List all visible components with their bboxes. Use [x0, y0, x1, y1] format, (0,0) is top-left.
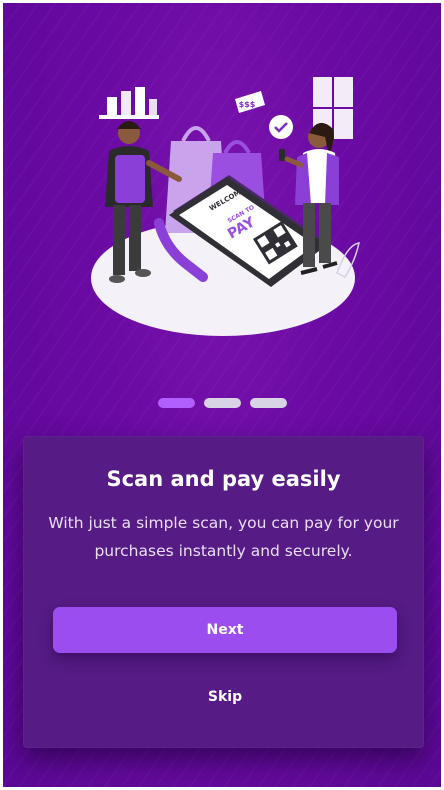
onboarding-card: Scan and pay easily With just a simple s…: [23, 436, 424, 748]
pagination-dot-1[interactable]: [157, 398, 195, 408]
pagination-dot-2[interactable]: [203, 398, 241, 408]
phone-icon: [279, 149, 285, 161]
pagination-dot-3[interactable]: [249, 398, 287, 408]
skip-button[interactable]: Skip: [173, 682, 277, 712]
onboarding-title: Scan and pay easily: [106, 467, 341, 491]
pagination-dots: [3, 398, 441, 408]
onboarding-description: With just a simple scan, you can pay for…: [48, 514, 399, 560]
scan-to-pay-illustration: $$$ WELCOME SCAN TO PAY: [91, 77, 360, 336]
shelf-icon: [99, 87, 159, 119]
price-tag-text: $$$: [239, 100, 256, 109]
checkmark-icon: [269, 115, 293, 139]
next-button[interactable]: Next: [53, 607, 397, 653]
onboarding-screen: $$$ WELCOME SCAN TO PAY Scan and pay eas…: [3, 3, 441, 787]
price-tag-icon: $$$: [235, 91, 265, 113]
